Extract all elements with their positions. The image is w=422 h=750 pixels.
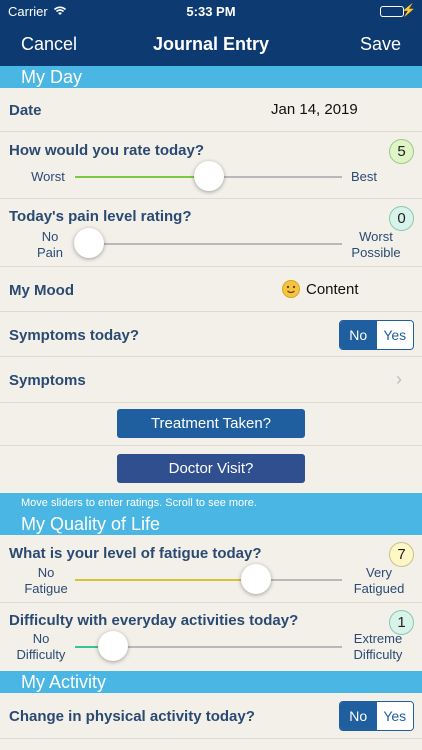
fatigue-value-badge: 7 xyxy=(389,542,414,567)
symptoms-row[interactable]: Symptoms › xyxy=(0,357,422,403)
symptoms-today-no[interactable]: No xyxy=(340,321,377,349)
date-row[interactable]: Date Jan 14, 2019 xyxy=(0,88,422,132)
fatigue-max-label: Very Fatigued xyxy=(353,565,405,596)
symptoms-today-label: Symptoms today? xyxy=(9,327,140,344)
doctor-row: Doctor Visit? xyxy=(0,446,422,491)
date-value[interactable]: Jan 14, 2019 xyxy=(271,101,358,118)
section-header-activity: My Activity xyxy=(0,671,422,693)
difficulty-max-label: Extreme Difficulty xyxy=(353,631,403,662)
physical-activity-row: Change in physical activity today? No Ye… xyxy=(0,693,422,739)
symptoms-label: Symptoms xyxy=(9,372,86,389)
mood-label: My Mood xyxy=(9,282,74,299)
rate-today-max-label: Best xyxy=(350,169,377,184)
save-button[interactable]: Save xyxy=(360,34,401,55)
pain-row: Today's pain level rating? 0 No Pain Wor… xyxy=(0,199,422,267)
fatigue-min-label: No Fatigue xyxy=(24,565,68,596)
navigation-bar: Cancel Journal Entry Save xyxy=(0,24,422,66)
section-header-my-day: My Day xyxy=(0,66,422,88)
pain-min-label: No Pain xyxy=(36,229,64,260)
fatigue-row: What is your level of fatigue today? 7 N… xyxy=(0,535,422,603)
page-title: Journal Entry xyxy=(152,34,270,54)
symptoms-today-row: Symptoms today? No Yes xyxy=(0,312,422,357)
smiley-face-icon xyxy=(282,280,300,303)
pain-max-label: Worst Possible xyxy=(351,229,401,260)
difficulty-row: Difficulty with everyday activities toda… xyxy=(0,603,422,671)
fatigue-label: What is your level of fatigue today? xyxy=(9,545,262,562)
difficulty-min-label: No Difficulty xyxy=(16,631,66,662)
fatigue-slider-track[interactable] xyxy=(75,579,342,581)
symptoms-today-yes[interactable]: Yes xyxy=(376,321,413,349)
charging-icon: ⚡ xyxy=(401,3,416,17)
doctor-visit-button[interactable]: Doctor Visit? xyxy=(117,454,305,483)
physical-activity-label: Change in physical activity today? xyxy=(9,708,255,725)
symptoms-today-toggle[interactable]: No Yes xyxy=(339,320,414,350)
status-time: 5:33 PM xyxy=(186,4,236,19)
rate-today-slider-thumb[interactable] xyxy=(193,161,224,191)
fatigue-slider-fill xyxy=(75,579,257,581)
status-bar: Carrier 5:33 PM ⚡ xyxy=(0,0,422,24)
mood-row[interactable]: My Mood Content xyxy=(0,267,422,312)
physical-activity-toggle[interactable]: No Yes xyxy=(339,701,414,731)
chevron-right-icon: › xyxy=(396,369,402,389)
difficulty-label: Difficulty with everyday activities toda… xyxy=(9,612,299,629)
rate-today-value-badge: 5 xyxy=(389,139,414,164)
section-header-quality: My Quality of Life xyxy=(0,513,422,535)
treatment-taken-button[interactable]: Treatment Taken? xyxy=(117,409,305,438)
physical-activity-no[interactable]: No xyxy=(340,702,377,730)
pain-value-badge: 0 xyxy=(389,206,414,231)
rate-today-label: How would you rate today? xyxy=(9,142,205,159)
pain-slider-track[interactable] xyxy=(75,243,342,245)
mood-value[interactable]: Content xyxy=(306,281,359,298)
rate-today-row: How would you rate today? 5 Worst Best xyxy=(0,132,422,199)
fatigue-slider-thumb[interactable] xyxy=(241,564,272,594)
date-label: Date xyxy=(9,102,42,119)
rate-today-slider-fill xyxy=(75,176,209,178)
physical-activity-yes[interactable]: Yes xyxy=(376,702,413,730)
treatment-row: Treatment Taken? xyxy=(0,403,422,446)
hint-bar: Move sliders to enter ratings. Scroll to… xyxy=(0,493,422,513)
difficulty-slider-thumb[interactable] xyxy=(97,631,128,661)
pain-label: Today's pain level rating? xyxy=(9,208,192,225)
rate-today-min-label: Worst xyxy=(31,169,65,184)
pain-slider-thumb[interactable] xyxy=(74,228,104,258)
